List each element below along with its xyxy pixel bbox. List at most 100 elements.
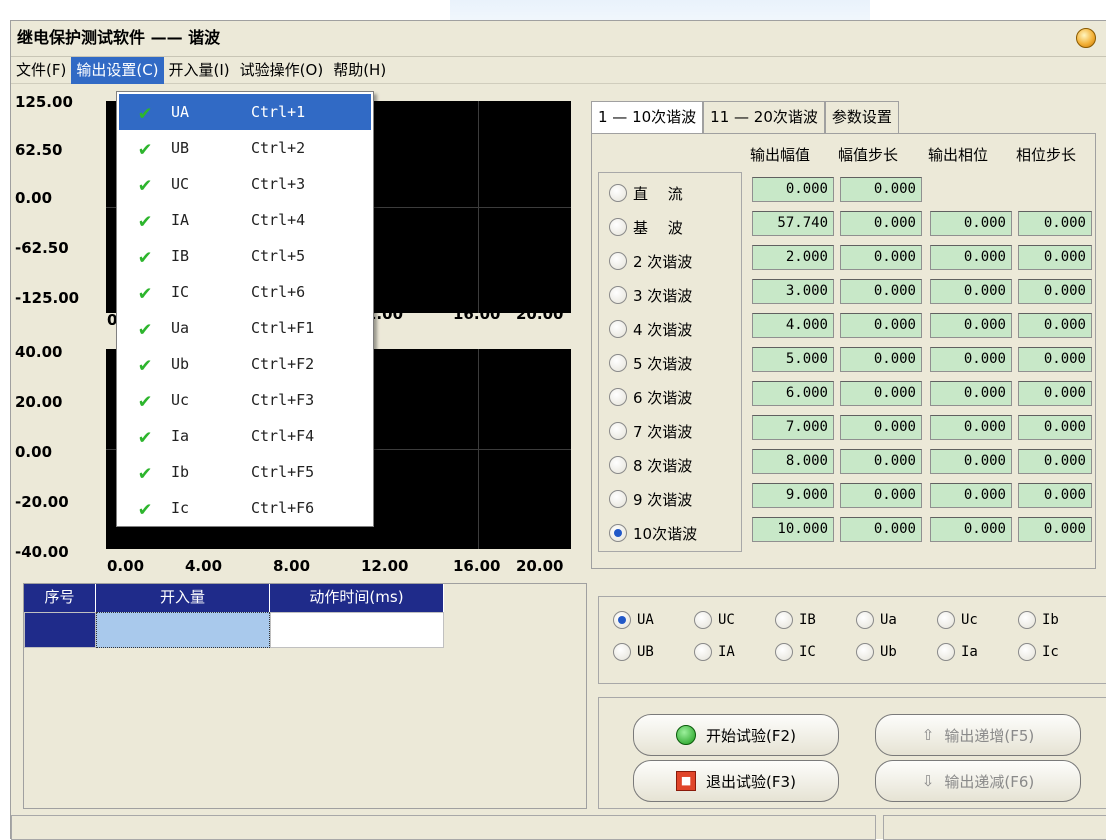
close-orb-icon[interactable]	[1076, 28, 1096, 48]
value-input-amp[interactable]: 4.000	[752, 313, 834, 338]
channel-IB[interactable]: IB	[775, 611, 816, 629]
radio-icon[interactable]	[937, 643, 955, 661]
menu-item-IA[interactable]: ✔ IA Ctrl+4	[119, 202, 371, 238]
table-cell[interactable]	[96, 612, 270, 648]
menu-item-UC[interactable]: ✔ UC Ctrl+3	[119, 166, 371, 202]
value-input-phase_step[interactable]: 0.000	[1018, 245, 1092, 270]
exit-test-button[interactable]: ■ 退出试验(F3)	[633, 760, 839, 802]
value-input-phase[interactable]: 0.000	[930, 245, 1012, 270]
channel-Ua[interactable]: Ua	[856, 611, 897, 629]
radio-icon[interactable]	[613, 611, 631, 629]
radio-icon[interactable]	[775, 643, 793, 661]
radio-h5[interactable]: 5 次谐波	[609, 350, 692, 376]
radio-icon[interactable]	[609, 456, 627, 474]
channel-Ib[interactable]: Ib	[1018, 611, 1059, 629]
menu-item-Ub[interactable]: ✔ Ub Ctrl+F2	[119, 346, 371, 382]
value-input-amp_step[interactable]: 0.000	[840, 449, 922, 474]
radio-dc[interactable]: 直 流	[609, 180, 683, 206]
table-row-indicator[interactable]	[24, 612, 96, 648]
value-input-amp[interactable]: 57.740	[752, 211, 834, 236]
radio-icon[interactable]	[1018, 643, 1036, 661]
value-input-phase[interactable]: 0.000	[930, 313, 1012, 338]
menu-item-IB[interactable]: ✔ IB Ctrl+5	[119, 238, 371, 274]
menu-help[interactable]: 帮助(H)	[328, 57, 391, 84]
menu-item-UB[interactable]: ✔ UB Ctrl+2	[119, 130, 371, 166]
value-input-phase[interactable]: 0.000	[930, 517, 1012, 542]
menu-item-Ia[interactable]: ✔ Ia Ctrl+F4	[119, 418, 371, 454]
radio-icon[interactable]	[775, 611, 793, 629]
value-input-phase_step[interactable]: 0.000	[1018, 449, 1092, 474]
value-input-phase[interactable]: 0.000	[930, 449, 1012, 474]
value-input-amp_step[interactable]: 0.000	[840, 483, 922, 508]
radio-icon[interactable]	[609, 422, 627, 440]
radio-h4[interactable]: 4 次谐波	[609, 316, 692, 342]
value-input-phase_step[interactable]: 0.000	[1018, 313, 1092, 338]
radio-h8[interactable]: 8 次谐波	[609, 452, 692, 478]
menu-file[interactable]: 文件(F)	[11, 57, 71, 84]
radio-icon[interactable]	[609, 490, 627, 508]
value-input-phase[interactable]: 0.000	[930, 347, 1012, 372]
tab-parameter-settings[interactable]: 参数设置	[824, 101, 899, 133]
channel-UA[interactable]: UA	[613, 611, 654, 629]
value-input-phase_step[interactable]: 0.000	[1018, 415, 1092, 440]
value-input-amp[interactable]: 9.000	[752, 483, 834, 508]
menu-test-operation[interactable]: 试验操作(O)	[235, 57, 329, 84]
menu-item-Ua[interactable]: ✔ Ua Ctrl+F1	[119, 310, 371, 346]
value-input-amp_step[interactable]: 0.000	[840, 211, 922, 236]
value-input-amp_step[interactable]: 0.000	[840, 245, 922, 270]
value-input-phase[interactable]: 0.000	[930, 415, 1012, 440]
value-input-phase_step[interactable]: 0.000	[1018, 211, 1092, 236]
radio-h2[interactable]: 2 次谐波	[609, 248, 692, 274]
radio-h9[interactable]: 9 次谐波	[609, 486, 692, 512]
radio-icon[interactable]	[609, 524, 627, 542]
radio-h3[interactable]: 3 次谐波	[609, 282, 692, 308]
value-input-amp_step[interactable]: 0.000	[840, 347, 922, 372]
radio-icon[interactable]	[609, 286, 627, 304]
value-input-amp_step[interactable]: 0.000	[840, 279, 922, 304]
value-input-phase_step[interactable]: 0.000	[1018, 279, 1092, 304]
value-input-amp[interactable]: 0.000	[752, 177, 834, 202]
menu-item-IC[interactable]: ✔ IC Ctrl+6	[119, 274, 371, 310]
value-input-phase_step[interactable]: 0.000	[1018, 347, 1092, 372]
value-input-amp_step[interactable]: 0.000	[840, 381, 922, 406]
tab-harmonic-11-20[interactable]: 11 — 20次谐波	[703, 101, 825, 133]
channel-IA[interactable]: IA	[694, 643, 735, 661]
menu-output-settings[interactable]: 输出设置(C)	[71, 56, 164, 84]
tab-harmonic-1-10[interactable]: 1 — 10次谐波	[591, 101, 704, 135]
value-input-amp[interactable]: 3.000	[752, 279, 834, 304]
value-input-phase[interactable]: 0.000	[930, 483, 1012, 508]
radio-h7[interactable]: 7 次谐波	[609, 418, 692, 444]
menu-item-UA[interactable]: ✔ UA Ctrl+1	[119, 94, 371, 130]
output-increase-button[interactable]: ⇧ 输出递增(F5)	[875, 714, 1081, 756]
value-input-phase_step[interactable]: 0.000	[1018, 483, 1092, 508]
value-input-amp_step[interactable]: 0.000	[840, 313, 922, 338]
radio-icon[interactable]	[613, 643, 631, 661]
start-test-button[interactable]: 开始试验(F2)	[633, 714, 839, 756]
value-input-amp[interactable]: 6.000	[752, 381, 834, 406]
radio-icon[interactable]	[609, 184, 627, 202]
channel-Ub[interactable]: Ub	[856, 643, 897, 661]
output-decrease-button[interactable]: ⇩ 输出递减(F6)	[875, 760, 1081, 802]
value-input-amp[interactable]: 2.000	[752, 245, 834, 270]
value-input-amp[interactable]: 10.000	[752, 517, 834, 542]
table-cell[interactable]	[270, 612, 444, 648]
radio-icon[interactable]	[609, 354, 627, 372]
radio-icon[interactable]	[694, 643, 712, 661]
channel-Ia[interactable]: Ia	[937, 643, 978, 661]
radio-h10[interactable]: 10次谐波	[609, 520, 697, 546]
value-input-amp[interactable]: 7.000	[752, 415, 834, 440]
value-input-amp_step[interactable]: 0.000	[840, 177, 922, 202]
radio-icon[interactable]	[609, 218, 627, 236]
channel-Uc[interactable]: Uc	[937, 611, 978, 629]
value-input-amp[interactable]: 8.000	[752, 449, 834, 474]
channel-UC[interactable]: UC	[694, 611, 735, 629]
channel-UB[interactable]: UB	[613, 643, 654, 661]
radio-icon[interactable]	[694, 611, 712, 629]
value-input-phase_step[interactable]: 0.000	[1018, 517, 1092, 542]
channel-IC[interactable]: IC	[775, 643, 816, 661]
menu-item-Ic[interactable]: ✔ Ic Ctrl+F6	[119, 490, 371, 526]
value-input-phase[interactable]: 0.000	[930, 211, 1012, 236]
value-input-amp_step[interactable]: 0.000	[840, 517, 922, 542]
channel-Ic[interactable]: Ic	[1018, 643, 1059, 661]
value-input-phase_step[interactable]: 0.000	[1018, 381, 1092, 406]
